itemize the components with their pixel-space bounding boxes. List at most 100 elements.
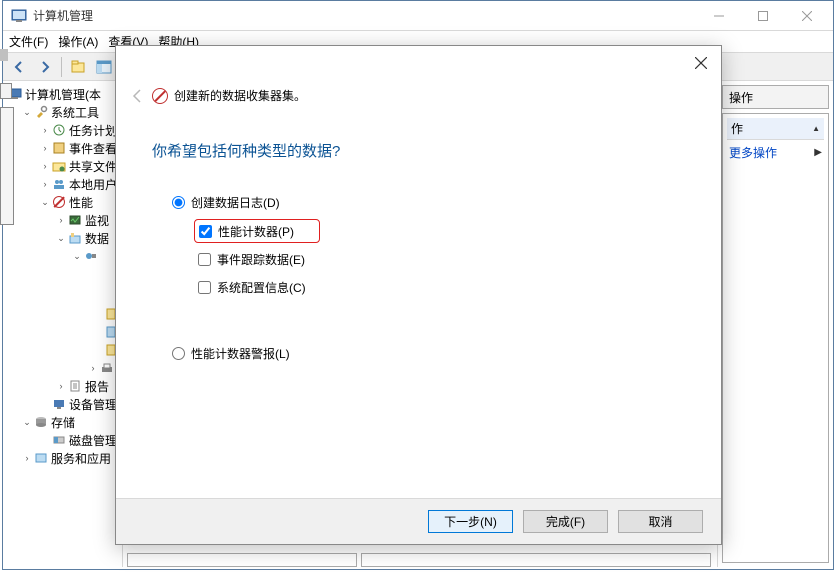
section-title: 作 bbox=[731, 120, 743, 137]
expand-icon[interactable]: › bbox=[39, 178, 51, 190]
checkbox-event-trace[interactable]: 事件跟踪数据(E) bbox=[194, 247, 320, 271]
tree-item-icon[interactable] bbox=[3, 323, 122, 341]
checkbox-perf-counter[interactable]: 性能计数器(P) bbox=[194, 219, 320, 243]
dialog-back-button[interactable] bbox=[128, 86, 148, 111]
radio-input[interactable] bbox=[172, 347, 185, 360]
tree-panel[interactable]: 计算机管理(本 ⌄ 系统工具 › 任务计划 › 事件查看 bbox=[3, 81, 123, 567]
collapse-icon[interactable]: ⌄ bbox=[71, 250, 83, 262]
tree-label: 报告 bbox=[85, 378, 109, 395]
dialog-body: 创建数据日志(D) 性能计数器(P) 事件跟踪数据(E) 系统配置信息(C) 性… bbox=[172, 194, 320, 372]
tree-label: 服务和应用 bbox=[51, 450, 111, 467]
folder-shared-icon bbox=[51, 158, 67, 174]
tree-storage[interactable]: ⌄ 存储 bbox=[3, 413, 122, 431]
expand-icon[interactable]: › bbox=[21, 452, 33, 464]
collapse-icon[interactable]: ⌄ bbox=[21, 416, 33, 428]
show-hide-button[interactable] bbox=[92, 56, 116, 78]
more-actions-label: 更多操作 bbox=[729, 144, 777, 161]
next-button[interactable]: 下一步(N) bbox=[428, 510, 513, 533]
tree-label: 本地用户 bbox=[69, 176, 117, 193]
tools-icon bbox=[33, 104, 49, 120]
background-window-fragment bbox=[0, 107, 14, 225]
tree-label: 事件查看 bbox=[69, 140, 117, 157]
minimize-button[interactable] bbox=[697, 2, 741, 30]
dialog-prompt: 你希望包括何种类型的数据? bbox=[152, 140, 340, 161]
checkbox-label: 事件跟踪数据(E) bbox=[217, 251, 305, 268]
tree-local-users[interactable]: › 本地用户 bbox=[3, 175, 122, 193]
tree-item[interactable]: ⌄ bbox=[3, 247, 122, 265]
expand-icon[interactable]: › bbox=[55, 380, 67, 392]
tree-label: 数据 bbox=[85, 230, 109, 247]
window-title: 计算机管理 bbox=[33, 7, 697, 24]
event-icon bbox=[51, 140, 67, 156]
tree-reports[interactable]: › 报告 bbox=[3, 377, 122, 395]
bottom-split-right bbox=[361, 553, 711, 567]
back-button[interactable] bbox=[7, 56, 31, 78]
tree-system-tools[interactable]: ⌄ 系统工具 bbox=[3, 103, 122, 121]
checkbox-input[interactable] bbox=[198, 253, 211, 266]
tree-item-icon[interactable] bbox=[3, 341, 122, 359]
background-window-fragment-2 bbox=[0, 83, 12, 99]
tree-label: 存储 bbox=[51, 414, 75, 431]
tree-shared-folders[interactable]: › 共享文件 bbox=[3, 157, 122, 175]
menu-file[interactable]: 文件(F) bbox=[9, 33, 48, 50]
checkbox-label: 系统配置信息(C) bbox=[217, 279, 306, 296]
collapse-icon[interactable]: ⌄ bbox=[55, 232, 67, 244]
cancel-button[interactable]: 取消 bbox=[618, 510, 703, 533]
tree-task-scheduler[interactable]: › 任务计划 bbox=[3, 121, 122, 139]
tree-services[interactable]: › 服务和应用 bbox=[3, 449, 122, 467]
radio-create-data-log[interactable]: 创建数据日志(D) bbox=[172, 194, 320, 211]
storage-icon bbox=[33, 414, 49, 430]
tree: 计算机管理(本 ⌄ 系统工具 › 任务计划 › 事件查看 bbox=[3, 85, 122, 467]
expand-icon[interactable]: › bbox=[39, 124, 51, 136]
tree-data-collector[interactable]: ⌄ 数据 bbox=[3, 229, 122, 247]
tree-root[interactable]: 计算机管理(本 bbox=[3, 85, 122, 103]
actions-panel: 操作 作 ▲ 更多操作 ▶ bbox=[718, 81, 833, 567]
tree-device-manager[interactable]: 设备管理 bbox=[3, 395, 122, 413]
close-button[interactable] bbox=[785, 2, 829, 30]
tree-item-icon[interactable] bbox=[3, 305, 122, 323]
collapse-arrow-icon: ▲ bbox=[812, 124, 820, 133]
tree-label: 计算机管理(本 bbox=[25, 86, 101, 103]
tree-spacer bbox=[3, 265, 122, 305]
dialog-footer: 下一步(N) 完成(F) 取消 bbox=[116, 498, 721, 544]
dialog-close-button[interactable] bbox=[695, 56, 707, 73]
app-icon bbox=[11, 8, 27, 24]
dialog-header-text: 创建新的数据收集器集。 bbox=[174, 87, 306, 104]
checkbox-input[interactable] bbox=[198, 281, 211, 294]
radio-perf-counter-alert[interactable]: 性能计数器警报(L) bbox=[172, 345, 320, 362]
tree-event-viewer[interactable]: › 事件查看 bbox=[3, 139, 122, 157]
forward-button[interactable] bbox=[33, 56, 57, 78]
performance-icon bbox=[152, 88, 168, 104]
tree-label: 系统工具 bbox=[51, 104, 99, 121]
checkbox-system-config[interactable]: 系统配置信息(C) bbox=[194, 275, 320, 299]
collapse-icon[interactable]: ⌄ bbox=[21, 106, 33, 118]
menu-action[interactable]: 操作(A) bbox=[58, 33, 98, 50]
tree-disk-mgmt[interactable]: 磁盘管理 bbox=[3, 431, 122, 449]
actions-more-link[interactable]: 更多操作 ▶ bbox=[727, 140, 824, 165]
maximize-button[interactable] bbox=[741, 2, 785, 30]
background-window-fragment-3 bbox=[0, 49, 8, 61]
radio-label: 性能计数器警报(L) bbox=[191, 345, 290, 362]
up-button[interactable] bbox=[66, 56, 90, 78]
actions-body: 作 ▲ 更多操作 ▶ bbox=[722, 113, 829, 563]
actions-header: 操作 bbox=[722, 85, 829, 109]
finish-button[interactable]: 完成(F) bbox=[523, 510, 608, 533]
checkbox-input[interactable] bbox=[199, 225, 212, 238]
bottom-split-left bbox=[127, 553, 357, 567]
services-icon bbox=[33, 450, 49, 466]
expand-icon[interactable]: › bbox=[55, 214, 67, 226]
tree-performance[interactable]: ⌄ 性能 bbox=[3, 193, 122, 211]
actions-section-header[interactable]: 作 ▲ bbox=[727, 118, 824, 140]
collapse-icon[interactable]: ⌄ bbox=[39, 196, 51, 208]
tree-monitoring[interactable]: › 监视 bbox=[3, 211, 122, 229]
submenu-arrow-icon: ▶ bbox=[814, 147, 822, 158]
checkbox-group: 性能计数器(P) 事件跟踪数据(E) 系统配置信息(C) bbox=[194, 219, 320, 299]
expand-icon[interactable]: › bbox=[87, 362, 99, 374]
radio-input[interactable] bbox=[172, 196, 185, 209]
tree-item-icon[interactable]: › bbox=[3, 359, 122, 377]
title-bar: 计算机管理 bbox=[3, 1, 833, 31]
data-collector-icon bbox=[67, 230, 83, 246]
expand-icon[interactable]: › bbox=[39, 160, 51, 172]
expand-icon[interactable]: › bbox=[39, 142, 51, 154]
tree-label: 共享文件 bbox=[69, 158, 117, 175]
